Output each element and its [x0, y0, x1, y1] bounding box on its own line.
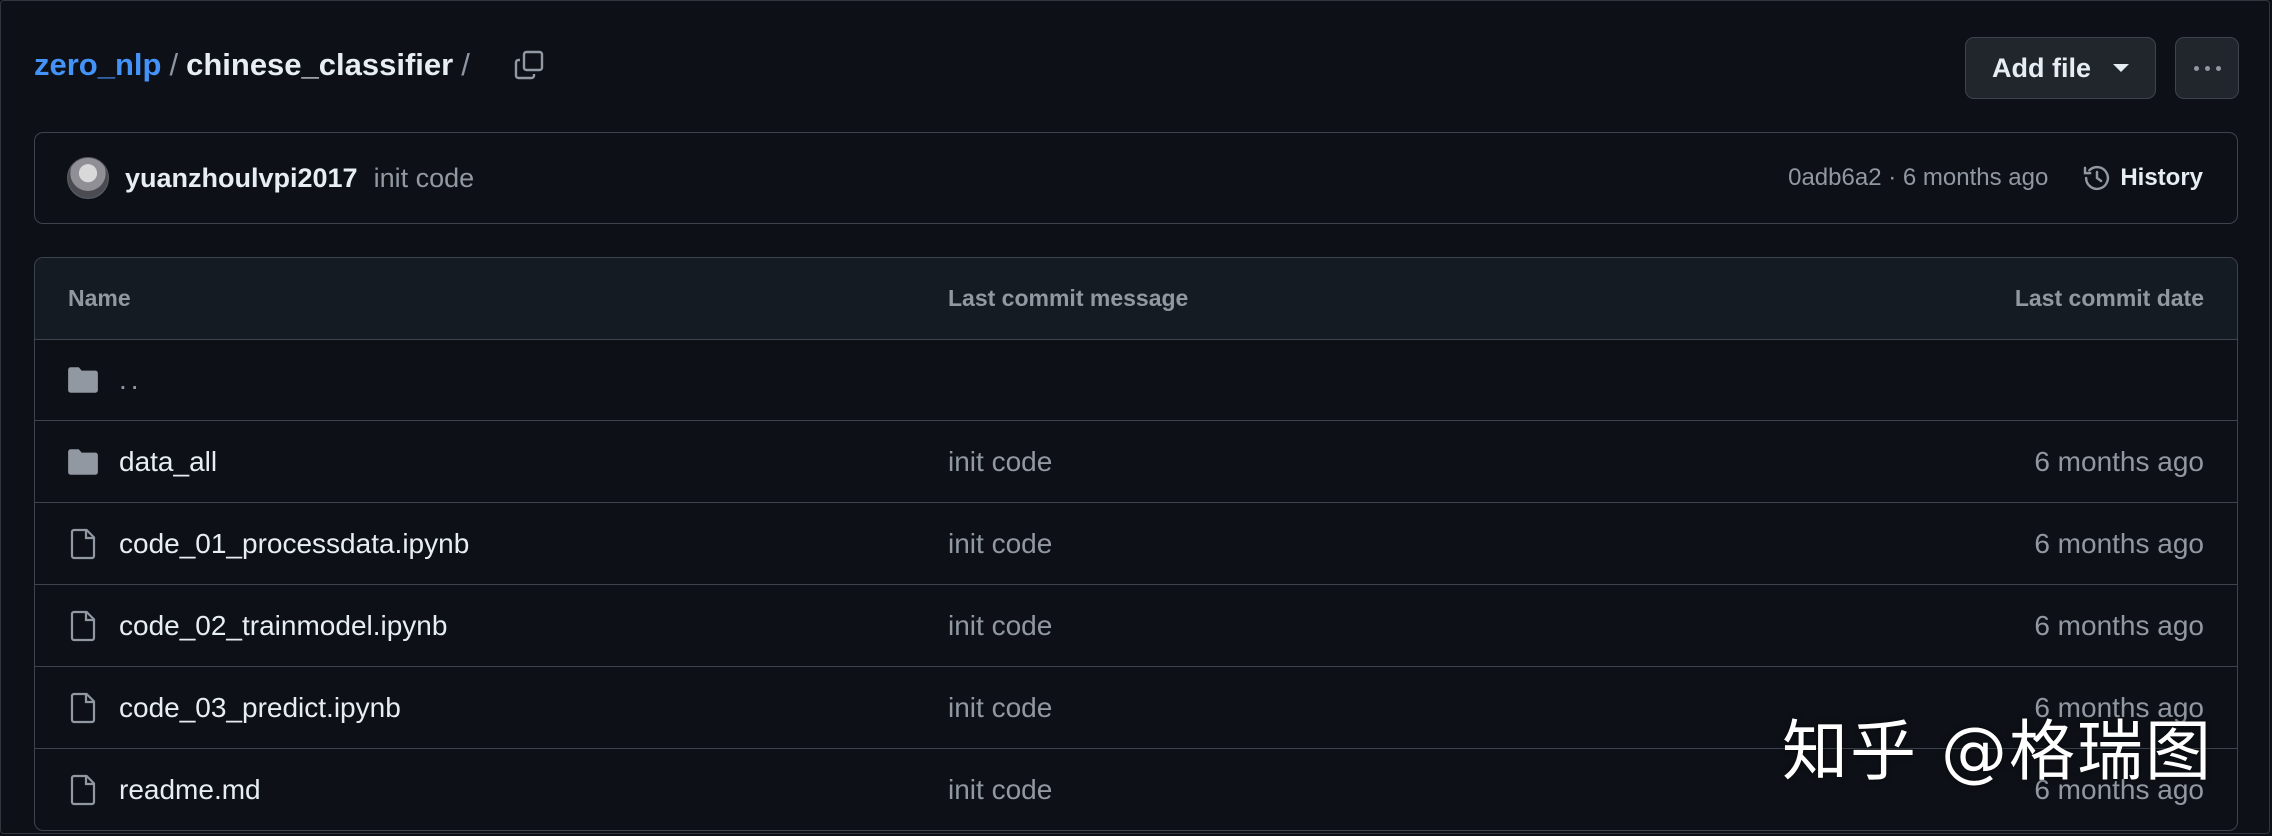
commit-hash-and-time[interactable]: 0adb6a2 · 6 months ago [1788, 164, 2048, 192]
commit-date: 6 months ago [2034, 609, 2204, 641]
file-name-link[interactable]: data_all [119, 446, 217, 478]
file-name-link[interactable]: code_03_predict.ipynb [119, 692, 401, 724]
header-name: Name [68, 285, 131, 311]
file-name-link[interactable]: code_01_processdata.ipynb [119, 528, 469, 560]
breadcrumb-current-folder: chinese_classifier [186, 47, 454, 82]
commit-date: 6 months ago [2034, 445, 2204, 477]
commit-message-link[interactable]: init code [948, 528, 1052, 560]
file-icon [66, 691, 100, 725]
history-button[interactable]: History [2082, 163, 2203, 193]
parent-directory-row[interactable]: .. [35, 340, 2237, 421]
latest-commit-bar: yuanzhoulvpi2017 init code 0adb6a2 · 6 m… [34, 132, 2238, 224]
history-icon [2084, 165, 2110, 191]
breadcrumb: zero_nlp / chinese_classifier / [34, 42, 552, 88]
table-row[interactable]: code_02_trainmodel.ipynb init code 6 mon… [35, 585, 2237, 667]
avatar[interactable] [67, 157, 109, 199]
table-header: Name Last commit message Last commit dat… [35, 258, 2237, 340]
more-options-button[interactable] [2175, 37, 2239, 99]
commit-message-link[interactable]: init code [948, 610, 1052, 642]
commit-author[interactable]: yuanzhoulvpi2017 [125, 163, 358, 194]
breadcrumb-repo-link[interactable]: zero_nlp [34, 47, 161, 83]
breadcrumb-separator: / [169, 47, 179, 82]
chevron-down-icon [2113, 64, 2129, 72]
kebab-horizontal-icon [2193, 65, 2221, 71]
copy-path-button[interactable] [506, 42, 552, 88]
file-name-link[interactable]: code_02_trainmodel.ipynb [119, 610, 447, 642]
parent-directory-link[interactable]: .. [119, 364, 143, 396]
breadcrumb-trailing-separator: / [461, 47, 470, 82]
file-icon [66, 773, 100, 807]
add-file-label: Add file [1992, 52, 2091, 83]
commit-date: 6 months ago [2034, 527, 2204, 559]
folder-icon [66, 363, 100, 397]
commit-message-link[interactable]: init code [948, 692, 1052, 724]
commit-message-link[interactable]: init code [948, 774, 1052, 806]
watermark: 知乎 @格瑞图 [1782, 713, 2213, 790]
table-row[interactable]: code_01_processdata.ipynb init code 6 mo… [35, 503, 2237, 585]
table-row[interactable]: data_all init code 6 months ago [35, 421, 2237, 503]
copy-icon [514, 50, 544, 80]
file-icon [66, 609, 100, 643]
file-name-link[interactable]: readme.md [119, 774, 261, 806]
commit-message-link[interactable]: init code [948, 446, 1052, 478]
add-file-button[interactable]: Add file [1965, 37, 2156, 99]
history-label: History [2120, 164, 2203, 191]
header-last-commit-date: Last commit date [2014, 285, 2204, 311]
commit-message[interactable]: init code [374, 163, 475, 194]
file-icon [66, 527, 100, 561]
header-last-commit-message: Last commit message [948, 285, 1189, 311]
folder-icon [66, 445, 100, 479]
